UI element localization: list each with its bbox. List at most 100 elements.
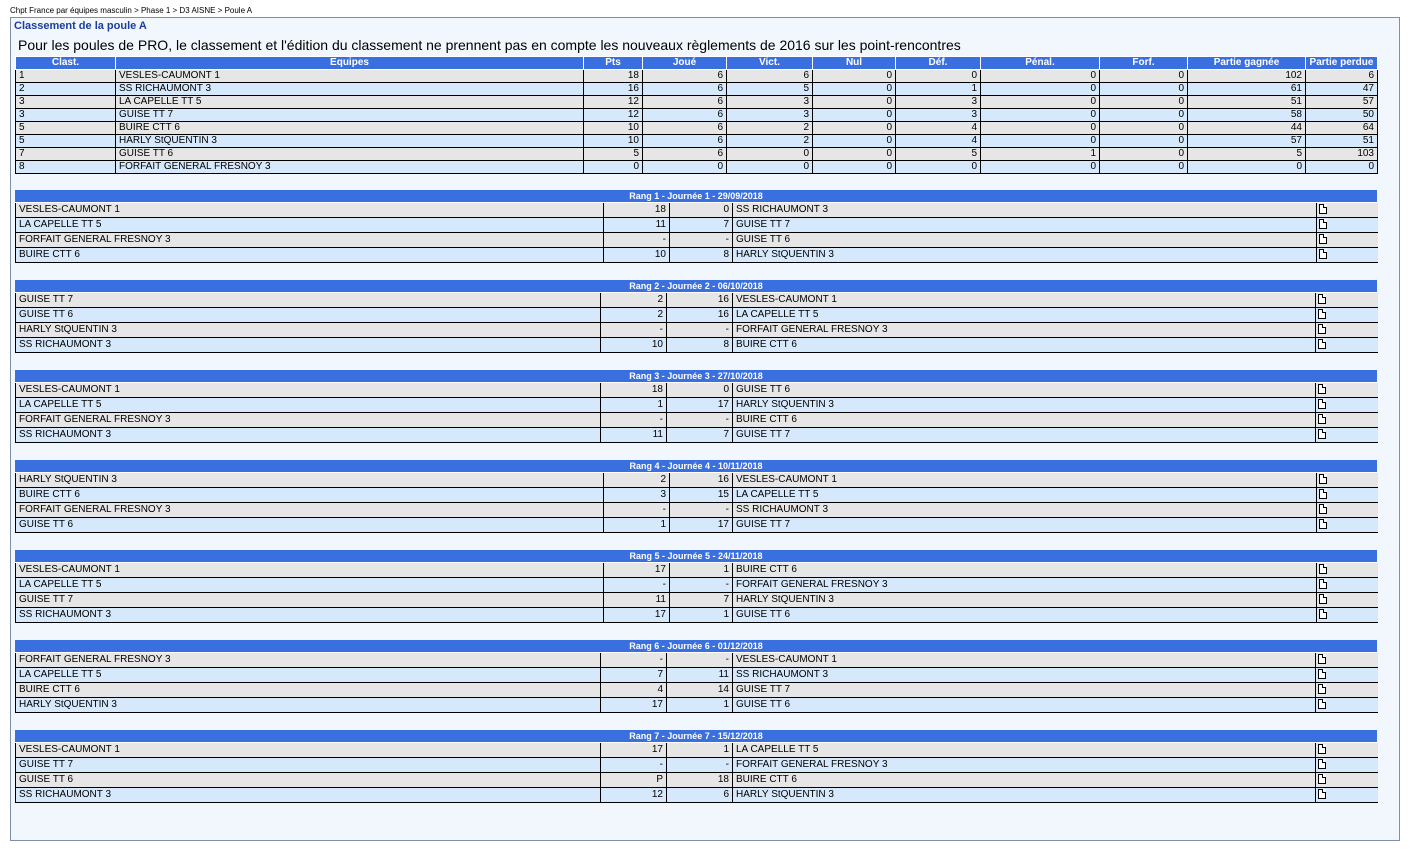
- away-team-cell[interactable]: VESLES-CAUMONT 1: [732, 473, 1317, 488]
- away-team-cell[interactable]: BUIRE CTT 6: [732, 772, 1316, 788]
- document-icon[interactable]: [1318, 669, 1326, 680]
- home-team-cell[interactable]: LA CAPELLE TT 5: [15, 217, 604, 233]
- match-sheet-link[interactable]: [1316, 203, 1378, 218]
- away-team-cell[interactable]: FORFAIT GENERAL FRESNOY 3: [732, 322, 1316, 338]
- document-icon[interactable]: [1319, 594, 1327, 605]
- home-team-cell[interactable]: VESLES-CAUMONT 1: [15, 203, 604, 218]
- document-icon[interactable]: [1318, 414, 1326, 425]
- home-team-cell[interactable]: LA CAPELLE TT 5: [15, 577, 604, 593]
- team-name-cell[interactable]: VESLES-CAUMONT 1: [115, 69, 584, 83]
- match-sheet-link[interactable]: [1315, 337, 1378, 353]
- home-team-cell[interactable]: SS RICHAUMONT 3: [15, 787, 601, 803]
- document-icon[interactable]: [1318, 684, 1326, 695]
- match-sheet-link[interactable]: [1316, 247, 1378, 263]
- match-sheet-link[interactable]: [1316, 217, 1378, 233]
- match-sheet-link[interactable]: [1316, 607, 1378, 623]
- document-icon[interactable]: [1318, 654, 1326, 665]
- match-sheet-link[interactable]: [1315, 397, 1378, 413]
- match-sheet-link[interactable]: [1315, 653, 1378, 668]
- match-sheet-link[interactable]: [1316, 517, 1378, 533]
- away-team-cell[interactable]: FORFAIT GENERAL FRESNOY 3: [732, 757, 1316, 773]
- away-team-cell[interactable]: LA CAPELLE TT 5: [732, 743, 1316, 758]
- away-team-cell[interactable]: HARLY StQUENTIN 3: [732, 247, 1317, 263]
- away-team-cell[interactable]: SS RICHAUMONT 3: [732, 667, 1316, 683]
- home-team-cell[interactable]: BUIRE CTT 6: [15, 682, 601, 698]
- match-sheet-link[interactable]: [1315, 757, 1378, 773]
- document-icon[interactable]: [1319, 204, 1327, 215]
- document-icon[interactable]: [1318, 699, 1326, 710]
- team-name-cell[interactable]: LA CAPELLE TT 5: [115, 95, 584, 109]
- home-team-cell[interactable]: SS RICHAUMONT 3: [15, 607, 604, 623]
- match-sheet-link[interactable]: [1316, 592, 1378, 608]
- match-sheet-link[interactable]: [1315, 322, 1378, 338]
- team-name-cell[interactable]: FORFAIT GENERAL FRESNOY 3: [115, 160, 584, 174]
- match-sheet-link[interactable]: [1315, 682, 1378, 698]
- match-sheet-link[interactable]: [1315, 787, 1378, 803]
- home-team-cell[interactable]: GUISE TT 7: [15, 592, 604, 608]
- away-team-cell[interactable]: BUIRE CTT 6: [732, 412, 1316, 428]
- away-team-cell[interactable]: BUIRE CTT 6: [732, 563, 1317, 578]
- away-team-cell[interactable]: HARLY StQUENTIN 3: [732, 787, 1316, 803]
- match-sheet-link[interactable]: [1315, 307, 1378, 323]
- match-sheet-link[interactable]: [1315, 743, 1378, 758]
- document-icon[interactable]: [1318, 789, 1326, 800]
- document-icon[interactable]: [1318, 744, 1326, 755]
- match-sheet-link[interactable]: [1316, 577, 1378, 593]
- away-team-cell[interactable]: HARLY StQUENTIN 3: [732, 397, 1316, 413]
- match-sheet-link[interactable]: [1316, 232, 1378, 248]
- away-team-cell[interactable]: LA CAPELLE TT 5: [732, 487, 1317, 503]
- document-icon[interactable]: [1319, 609, 1327, 620]
- home-team-cell[interactable]: GUISE TT 6: [15, 772, 601, 788]
- home-team-cell[interactable]: SS RICHAUMONT 3: [15, 337, 601, 353]
- team-name-cell[interactable]: SS RICHAUMONT 3: [115, 82, 584, 96]
- away-team-cell[interactable]: SS RICHAUMONT 3: [732, 502, 1317, 518]
- document-icon[interactable]: [1318, 759, 1326, 770]
- away-team-cell[interactable]: GUISE TT 6: [732, 607, 1317, 623]
- home-team-cell[interactable]: FORFAIT GENERAL FRESNOY 3: [15, 412, 601, 428]
- home-team-cell[interactable]: BUIRE CTT 6: [15, 487, 604, 503]
- away-team-cell[interactable]: VESLES-CAUMONT 1: [732, 293, 1316, 308]
- away-team-cell[interactable]: GUISE TT 6: [732, 697, 1316, 713]
- document-icon[interactable]: [1318, 399, 1326, 410]
- home-team-cell[interactable]: HARLY StQUENTIN 3: [15, 322, 601, 338]
- home-team-cell[interactable]: VESLES-CAUMONT 1: [15, 743, 601, 758]
- match-sheet-link[interactable]: [1315, 667, 1378, 683]
- document-icon[interactable]: [1318, 384, 1326, 395]
- match-sheet-link[interactable]: [1316, 473, 1378, 488]
- match-sheet-link[interactable]: [1315, 697, 1378, 713]
- away-team-cell[interactable]: GUISE TT 7: [732, 517, 1317, 533]
- document-icon[interactable]: [1318, 429, 1326, 440]
- document-icon[interactable]: [1319, 564, 1327, 575]
- document-icon[interactable]: [1319, 579, 1327, 590]
- team-name-cell[interactable]: HARLY StQUENTIN 3: [115, 134, 584, 148]
- document-icon[interactable]: [1319, 489, 1327, 500]
- match-sheet-link[interactable]: [1316, 502, 1378, 518]
- match-sheet-link[interactable]: [1315, 293, 1378, 308]
- home-team-cell[interactable]: LA CAPELLE TT 5: [15, 397, 601, 413]
- away-team-cell[interactable]: HARLY StQUENTIN 3: [732, 592, 1317, 608]
- document-icon[interactable]: [1318, 324, 1326, 335]
- home-team-cell[interactable]: VESLES-CAUMONT 1: [15, 563, 604, 578]
- home-team-cell[interactable]: GUISE TT 7: [15, 293, 601, 308]
- home-team-cell[interactable]: GUISE TT 7: [15, 757, 601, 773]
- away-team-cell[interactable]: GUISE TT 7: [732, 217, 1317, 233]
- document-icon[interactable]: [1319, 519, 1327, 530]
- home-team-cell[interactable]: FORFAIT GENERAL FRESNOY 3: [15, 502, 604, 518]
- home-team-cell[interactable]: BUIRE CTT 6: [15, 247, 604, 263]
- match-sheet-link[interactable]: [1315, 383, 1378, 398]
- team-name-cell[interactable]: BUIRE CTT 6: [115, 121, 584, 135]
- home-team-cell[interactable]: GUISE TT 6: [15, 517, 604, 533]
- home-team-cell[interactable]: FORFAIT GENERAL FRESNOY 3: [15, 232, 604, 248]
- home-team-cell[interactable]: GUISE TT 6: [15, 307, 601, 323]
- home-team-cell[interactable]: HARLY StQUENTIN 3: [15, 697, 601, 713]
- document-icon[interactable]: [1319, 234, 1327, 245]
- document-icon[interactable]: [1318, 339, 1326, 350]
- home-team-cell[interactable]: LA CAPELLE TT 5: [15, 667, 601, 683]
- match-sheet-link[interactable]: [1316, 487, 1378, 503]
- away-team-cell[interactable]: VESLES-CAUMONT 1: [732, 653, 1316, 668]
- home-team-cell[interactable]: HARLY StQUENTIN 3: [15, 473, 604, 488]
- match-sheet-link[interactable]: [1315, 427, 1378, 443]
- home-team-cell[interactable]: VESLES-CAUMONT 1: [15, 383, 601, 398]
- team-name-cell[interactable]: GUISE TT 6: [115, 147, 584, 161]
- away-team-cell[interactable]: GUISE TT 7: [732, 682, 1316, 698]
